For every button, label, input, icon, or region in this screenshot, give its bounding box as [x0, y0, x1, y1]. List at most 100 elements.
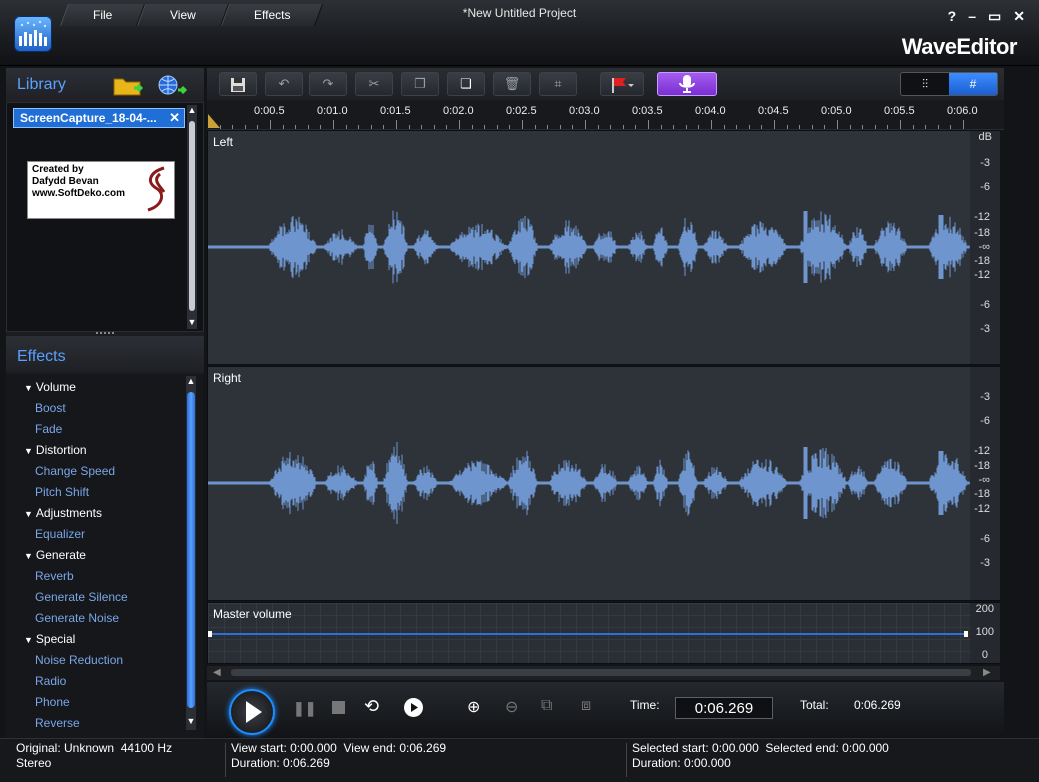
status-bar: Original: Unknown 44100 Hz Stereo View s…	[0, 738, 1039, 782]
effect-boost[interactable]: Boost	[35, 401, 66, 415]
zoom-out-button[interactable]: ⊖	[505, 697, 518, 717]
ruler-minor-tick	[484, 125, 486, 129]
left-channel-track[interactable]: Left dB -3 -6 -12 -18 -∞ -18 -12 -6 -3	[207, 130, 1000, 365]
delete-button[interactable]: 🗑	[493, 72, 531, 96]
stop-button[interactable]	[332, 701, 345, 714]
cut-button[interactable]: ✂	[355, 72, 393, 96]
right-channel-track[interactable]: Right -3 -6 -12 -18 -∞ -18 -12 -6 -3	[207, 366, 1000, 601]
play-button[interactable]	[229, 689, 275, 735]
loop-button[interactable]: ⟲	[364, 696, 379, 717]
zoom-selection-icon: ⧉	[541, 697, 553, 714]
scroll-thumb[interactable]	[189, 121, 195, 311]
effect-group-distortion[interactable]: Distortion	[24, 443, 87, 457]
remove-clip-icon[interactable]: ✕	[169, 110, 180, 126]
ruler-minor-tick	[925, 125, 927, 129]
ruler-minor-tick	[295, 125, 297, 129]
master-volume-track[interactable]: Master volume 200 100 0	[207, 602, 1000, 664]
ruler-tick	[270, 120, 271, 129]
media-clip-tab[interactable]: ScreenCapture_18-04-... ✕	[13, 108, 185, 128]
ruler-minor-tick	[421, 125, 423, 129]
redo-icon: ↷	[322, 76, 334, 91]
effect-group-generate[interactable]: Generate	[24, 548, 86, 562]
title-bar: File View Effects *New Untitled Project …	[0, 0, 1039, 66]
zoom-selection-button[interactable]: ⧉	[541, 697, 552, 715]
db-label: -12	[974, 211, 990, 223]
effect-generate-noise[interactable]: Generate Noise	[35, 611, 119, 625]
db-label: -12	[974, 445, 990, 457]
time-label: Time:	[630, 698, 660, 712]
volume-handle[interactable]	[208, 631, 212, 637]
ruler-tick	[711, 120, 712, 129]
scroll-right-icon[interactable]: ▶	[983, 667, 991, 678]
db-label: -18	[974, 255, 990, 267]
maximize-icon[interactable]: ▭	[988, 8, 1001, 25]
grid-view-button[interactable]: #	[949, 73, 997, 95]
scroll-left-icon[interactable]: ◀	[213, 667, 221, 678]
window-title: *New Untitled Project	[462, 6, 577, 20]
app-logo-icon	[14, 16, 52, 52]
ruler-tick	[522, 120, 523, 129]
effect-group-volume[interactable]: Volume	[24, 380, 76, 394]
minimize-icon[interactable]: –	[968, 8, 976, 25]
crop-button[interactable]: ⌗	[539, 72, 577, 96]
scroll-thumb[interactable]	[187, 392, 195, 708]
time-ruler[interactable]: 0:00.5 0:01.0 0:01.5 0:02.0 0:02.5 0:03.0 0:03…	[207, 100, 1004, 130]
ruler-minor-tick	[446, 125, 448, 129]
effect-group-adjustments[interactable]: Adjustments	[24, 506, 102, 520]
effect-pitch-shift[interactable]: Pitch Shift	[35, 485, 89, 499]
scroll-thumb[interactable]	[231, 669, 971, 676]
ruler-minor-tick	[736, 125, 738, 129]
effect-reverse[interactable]: Reverse	[35, 716, 80, 730]
waveform-icon: ⫶⫶	[921, 77, 928, 91]
original-format: Original: Unknown 44100 Hz	[16, 741, 172, 755]
web-import-icon[interactable]	[156, 74, 188, 96]
scroll-down-icon[interactable]: ▼	[186, 716, 196, 726]
play-selection-button[interactable]	[404, 698, 423, 717]
ruler-tick-label: 0:02.5	[506, 105, 537, 117]
effect-change-speed[interactable]: Change Speed	[35, 464, 115, 478]
loop-icon: ⟲	[364, 696, 380, 716]
volume-handle[interactable]	[964, 631, 968, 637]
close-icon[interactable]: ✕	[1013, 8, 1025, 25]
redo-button[interactable]: ↷	[309, 72, 347, 96]
library-scrollbar[interactable]: ▲ ▼	[187, 105, 197, 329]
clip-thumbnail[interactable]: Created by Dafydd Bevan www.SoftDeko.com	[27, 161, 175, 219]
current-time-field[interactable]: 0:06.269	[675, 697, 773, 719]
save-button[interactable]	[219, 72, 257, 96]
record-button[interactable]	[657, 72, 717, 96]
ruler-minor-tick	[950, 125, 952, 129]
effect-fade[interactable]: Fade	[35, 422, 62, 436]
effect-group-special[interactable]: Special	[24, 632, 75, 646]
right-db-scale: -3 -6 -12 -18 -∞ -18 -12 -6 -3	[970, 367, 1000, 600]
playhead-start-marker[interactable]	[208, 114, 220, 128]
copy-icon: ❐	[414, 76, 426, 91]
zoom-fit-button[interactable]: ⧈	[581, 697, 591, 715]
left-panel: Library ScreenCapture_18-04-... ✕ Create…	[6, 68, 204, 738]
pause-button[interactable]: ❚❚	[293, 700, 316, 717]
scroll-up-icon[interactable]: ▲	[186, 376, 196, 386]
help-icon[interactable]: ?	[948, 8, 957, 25]
effect-equalizer[interactable]: Equalizer	[35, 527, 85, 541]
undo-button[interactable]: ↶	[265, 72, 303, 96]
timeline-scrollbar[interactable]: ◀ ▶	[207, 666, 1000, 680]
effect-generate-silence[interactable]: Generate Silence	[35, 590, 128, 604]
scroll-up-icon[interactable]: ▲	[187, 105, 197, 115]
effects-scrollbar[interactable]: ▲ ▼	[186, 376, 196, 730]
effect-noise-reduction[interactable]: Noise Reduction	[35, 653, 123, 667]
scale-label: 200	[975, 603, 994, 615]
ruler-minor-tick	[610, 125, 612, 129]
open-folder-icon[interactable]	[112, 74, 144, 96]
copy-button[interactable]: ❐	[401, 72, 439, 96]
waveform-view-button[interactable]: ⫶⫶	[901, 73, 949, 95]
master-volume-line[interactable]	[210, 633, 968, 635]
ruler-tick-label: 0:04.0	[695, 105, 726, 117]
zoom-in-button[interactable]: ⊕	[467, 697, 480, 717]
status-channels: Stereo	[16, 756, 52, 770]
db-unit-label: dB	[978, 131, 992, 143]
effect-reverb[interactable]: Reverb	[35, 569, 74, 583]
effect-radio[interactable]: Radio	[35, 674, 66, 688]
paste-button[interactable]: ❏	[447, 72, 485, 96]
scroll-down-icon[interactable]: ▼	[187, 317, 197, 327]
marker-dropdown-button[interactable]	[600, 72, 644, 96]
effect-phone[interactable]: Phone	[35, 695, 70, 709]
